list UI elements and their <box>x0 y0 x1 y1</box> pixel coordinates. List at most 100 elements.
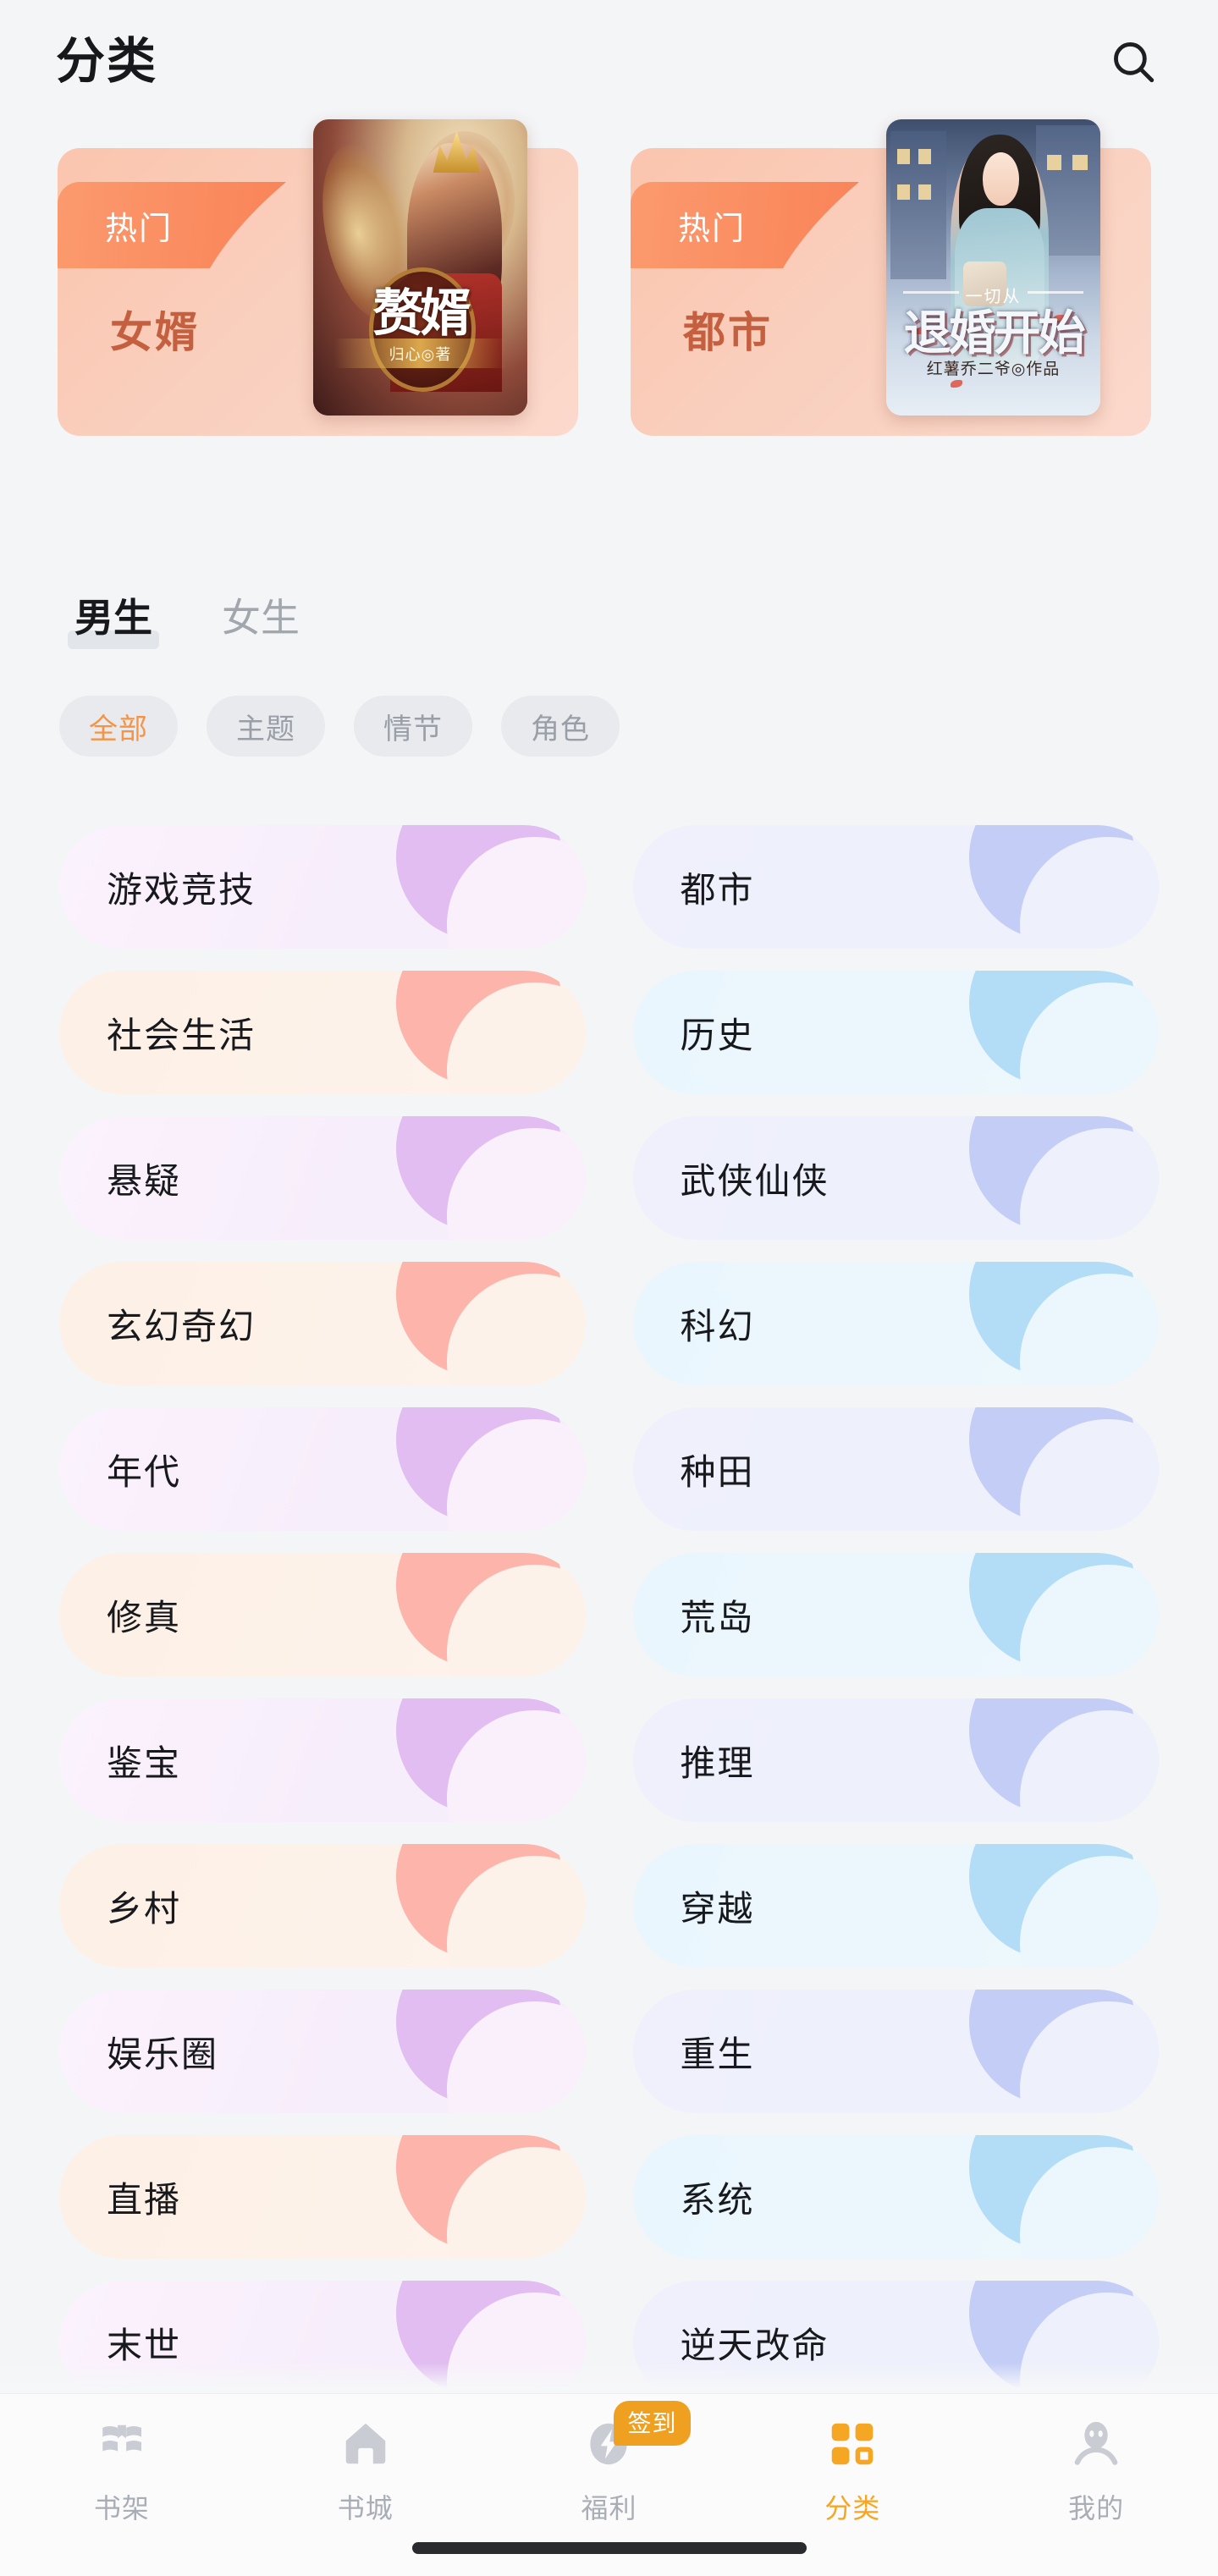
book-cover-image[interactable]: 赘婿 归心◎著 <box>313 119 527 416</box>
category-pill[interactable]: 社会生活 <box>59 971 586 1094</box>
filter-chip-role[interactable]: 角色 <box>501 696 620 757</box>
person-icon <box>1066 2414 1126 2474</box>
category-pill-label: 武侠仙侠 <box>680 1160 829 1201</box>
category-pill-label: 重生 <box>680 2034 755 2074</box>
nav-item-label: 福利 <box>581 2493 637 2524</box>
tab-male[interactable]: 男生 <box>66 592 161 649</box>
hot-banner-card[interactable]: 热门 都市 一切从 退婚开始 红薯乔二爷◎作品 <box>631 119 1151 436</box>
hot-ribbon-label: 热门 <box>678 211 747 247</box>
category-pill-label: 科幻 <box>680 1306 755 1346</box>
petal-decoration-icon <box>395 1844 586 1968</box>
petal-decoration-icon <box>969 1262 1159 1385</box>
category-pill-label: 社会生活 <box>107 1015 256 1055</box>
petal-decoration-icon <box>969 825 1159 949</box>
category-pill[interactable]: 悬疑 <box>59 1116 586 1240</box>
petal-decoration-icon <box>395 825 586 949</box>
category-pill-label: 末世 <box>107 2325 182 2365</box>
petal-decoration-icon <box>395 1262 586 1385</box>
nav-item-mine[interactable]: 我的 <box>974 2414 1218 2526</box>
nav-item-bookstore[interactable]: 书城 <box>244 2414 488 2526</box>
category-pill-label: 悬疑 <box>107 1160 182 1201</box>
category-pill[interactable]: 玄幻奇幻 <box>59 1262 586 1385</box>
hot-ribbon-label: 热门 <box>105 211 174 247</box>
category-pill-label: 乡村 <box>107 1888 182 1929</box>
home-indicator <box>411 2542 807 2554</box>
category-pill[interactable]: 武侠仙侠 <box>632 1116 1159 1240</box>
category-pill-label: 年代 <box>107 1451 182 1492</box>
banner-category-label: 都市 <box>683 309 773 356</box>
category-pill-label: 玄幻奇幻 <box>107 1306 256 1346</box>
home-icon <box>336 2414 395 2474</box>
category-grid: 游戏竞技 都市社会生活 历史悬疑 武侠仙侠玄幻奇幻 科幻年代 种田修真 荒岛鉴宝 推理乡村 穿越… <box>0 825 1218 2404</box>
nav-item-welfare[interactable]: 签到 福利 <box>488 2401 731 2526</box>
petal-decoration-icon <box>969 1407 1159 1531</box>
petal-decoration-icon <box>969 1553 1159 1676</box>
petal-decoration-icon <box>395 971 586 1094</box>
search-icon <box>1109 37 1158 86</box>
tab-female[interactable]: 女生 <box>213 592 308 645</box>
cover-title: 赘婿 <box>372 284 471 342</box>
category-pill-label: 推理 <box>680 1742 755 1783</box>
category-pill[interactable]: 修真 <box>59 1553 586 1676</box>
filter-chip-plot[interactable]: 情节 <box>354 696 472 757</box>
category-pill-label: 都市 <box>680 869 755 910</box>
hot-ribbon-badge: 热门 <box>58 182 286 268</box>
hot-banner-card[interactable]: 热门 女婿 赘婿 归心◎著 <box>58 119 578 436</box>
category-pill-label: 修真 <box>107 1597 182 1638</box>
bookshelf-icon <box>92 2414 152 2474</box>
category-pill-label: 荒岛 <box>680 1597 755 1638</box>
category-pill-label: 直播 <box>107 2179 182 2220</box>
search-button[interactable] <box>1094 23 1172 101</box>
nav-item-bookshelf[interactable]: 书架 <box>0 2414 244 2526</box>
hot-banner-row: 热门 女婿 赘婿 归心◎著 热门 都市 一切从 退婚开始 红薯乔二爷◎作品 <box>0 119 1218 461</box>
nav-item-label: 书城 <box>337 2493 394 2524</box>
category-pill[interactable]: 游戏竞技 <box>59 825 586 949</box>
list-bottom-fade <box>0 2363 1218 2393</box>
category-pill-label: 娱乐圈 <box>107 2034 219 2074</box>
nav-item-label: 我的 <box>1068 2493 1125 2524</box>
petal-decoration-icon <box>969 971 1159 1094</box>
category-pill[interactable]: 鉴宝 <box>59 1698 586 1822</box>
petal-decoration-icon <box>969 1990 1159 2113</box>
category-pill[interactable]: 直播 <box>59 2135 586 2259</box>
filter-chip-label: 全部 <box>89 713 148 746</box>
cover-author-band: 归心◎著 <box>334 339 506 368</box>
hot-ribbon-badge: 热门 <box>631 182 859 268</box>
category-pill[interactable]: 科幻 <box>632 1262 1159 1385</box>
category-pill[interactable]: 种田 <box>632 1407 1159 1531</box>
category-pill-label: 逆天改命 <box>680 2325 829 2365</box>
category-pill[interactable]: 年代 <box>59 1407 586 1531</box>
category-pill[interactable]: 历史 <box>632 971 1159 1094</box>
filter-chip-label: 情节 <box>383 713 443 746</box>
category-pill[interactable]: 推理 <box>632 1698 1159 1822</box>
page-title: 分类 <box>56 33 158 89</box>
filter-chip-label: 角色 <box>531 713 590 746</box>
petal-decoration-icon <box>395 1553 586 1676</box>
category-pill[interactable]: 荒岛 <box>632 1553 1159 1676</box>
filter-chip-label: 主题 <box>236 713 295 746</box>
banner-category-label: 女婿 <box>110 309 200 356</box>
category-pill[interactable]: 系统 <box>632 2135 1159 2259</box>
filter-chip-theme[interactable]: 主题 <box>207 696 325 757</box>
cover-title: 退婚开始 <box>903 306 1085 360</box>
category-pill[interactable]: 重生 <box>632 1990 1159 2113</box>
category-pill-label: 游戏竞技 <box>107 869 256 910</box>
category-pill[interactable]: 乡村 <box>59 1844 586 1968</box>
petal-decoration-icon <box>969 1844 1159 1968</box>
category-pill[interactable]: 都市 <box>632 825 1159 949</box>
tab-male-label: 男生 <box>74 595 152 640</box>
petal-decoration-icon <box>969 1698 1159 1822</box>
petal-decoration-icon <box>395 1698 586 1822</box>
book-cover-image[interactable]: 一切从 退婚开始 红薯乔二爷◎作品 <box>886 119 1100 416</box>
cover-author: 红薯乔二爷◎作品 <box>926 361 1061 378</box>
category-pill[interactable]: 穿越 <box>632 1844 1159 1968</box>
category-pill-label: 穿越 <box>680 1888 755 1929</box>
filter-chip-all[interactable]: 全部 <box>59 696 178 757</box>
category-pill[interactable]: 娱乐圈 <box>59 1990 586 2113</box>
nav-item-category[interactable]: 分类 <box>730 2414 974 2526</box>
category-pill-label: 种田 <box>680 1451 755 1492</box>
nav-item-label: 书架 <box>93 2493 150 2524</box>
tab-female-label: 女生 <box>222 595 300 640</box>
sign-in-badge[interactable]: 签到 <box>614 2401 691 2446</box>
category-pill-label: 历史 <box>680 1015 755 1055</box>
